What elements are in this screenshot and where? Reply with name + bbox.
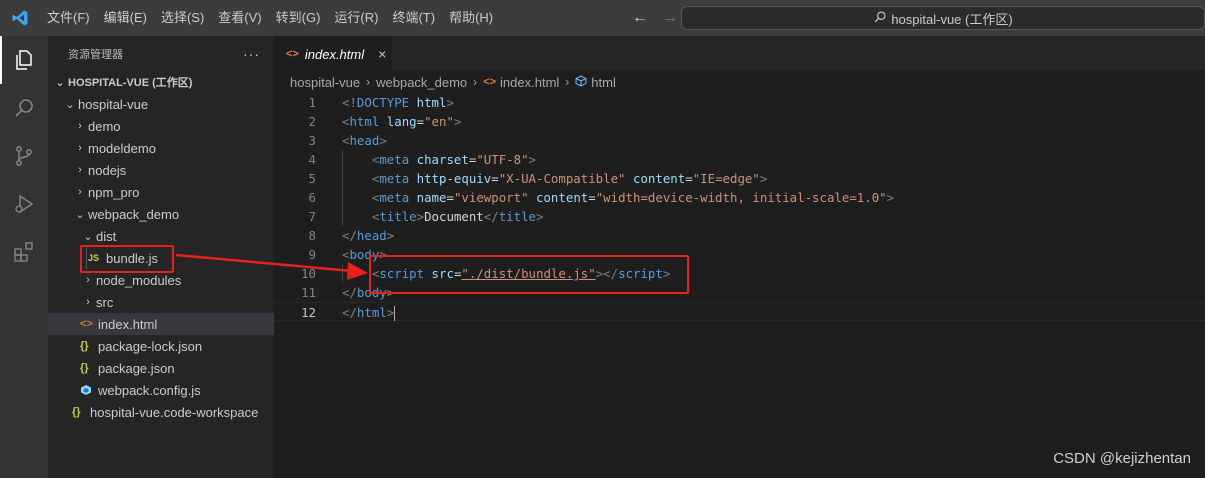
annotation-arrow-icon (175, 253, 368, 280)
watermark: CSDN @kejizhentan (1053, 450, 1191, 467)
